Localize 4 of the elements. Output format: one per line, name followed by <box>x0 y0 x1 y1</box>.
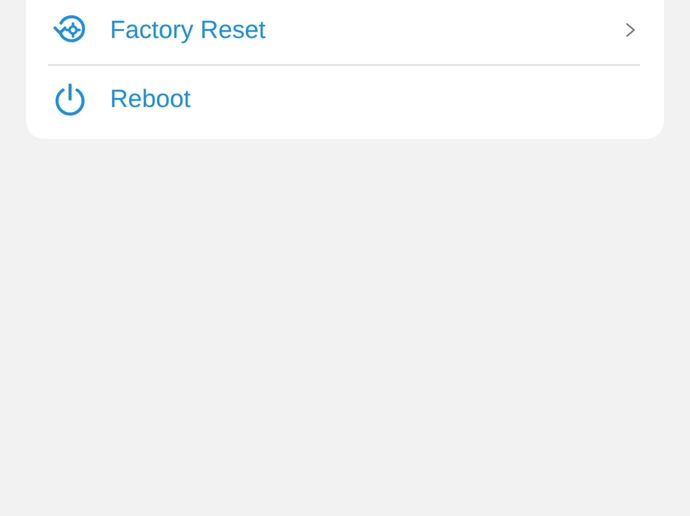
menu-item-label: Factory Reset <box>110 16 267 44</box>
menu-item[interactable]: Reboot <box>48 64 640 132</box>
menu-item-label: Reboot <box>110 84 192 114</box>
menu-item[interactable]: Factory Reset <box>48 0 640 64</box>
